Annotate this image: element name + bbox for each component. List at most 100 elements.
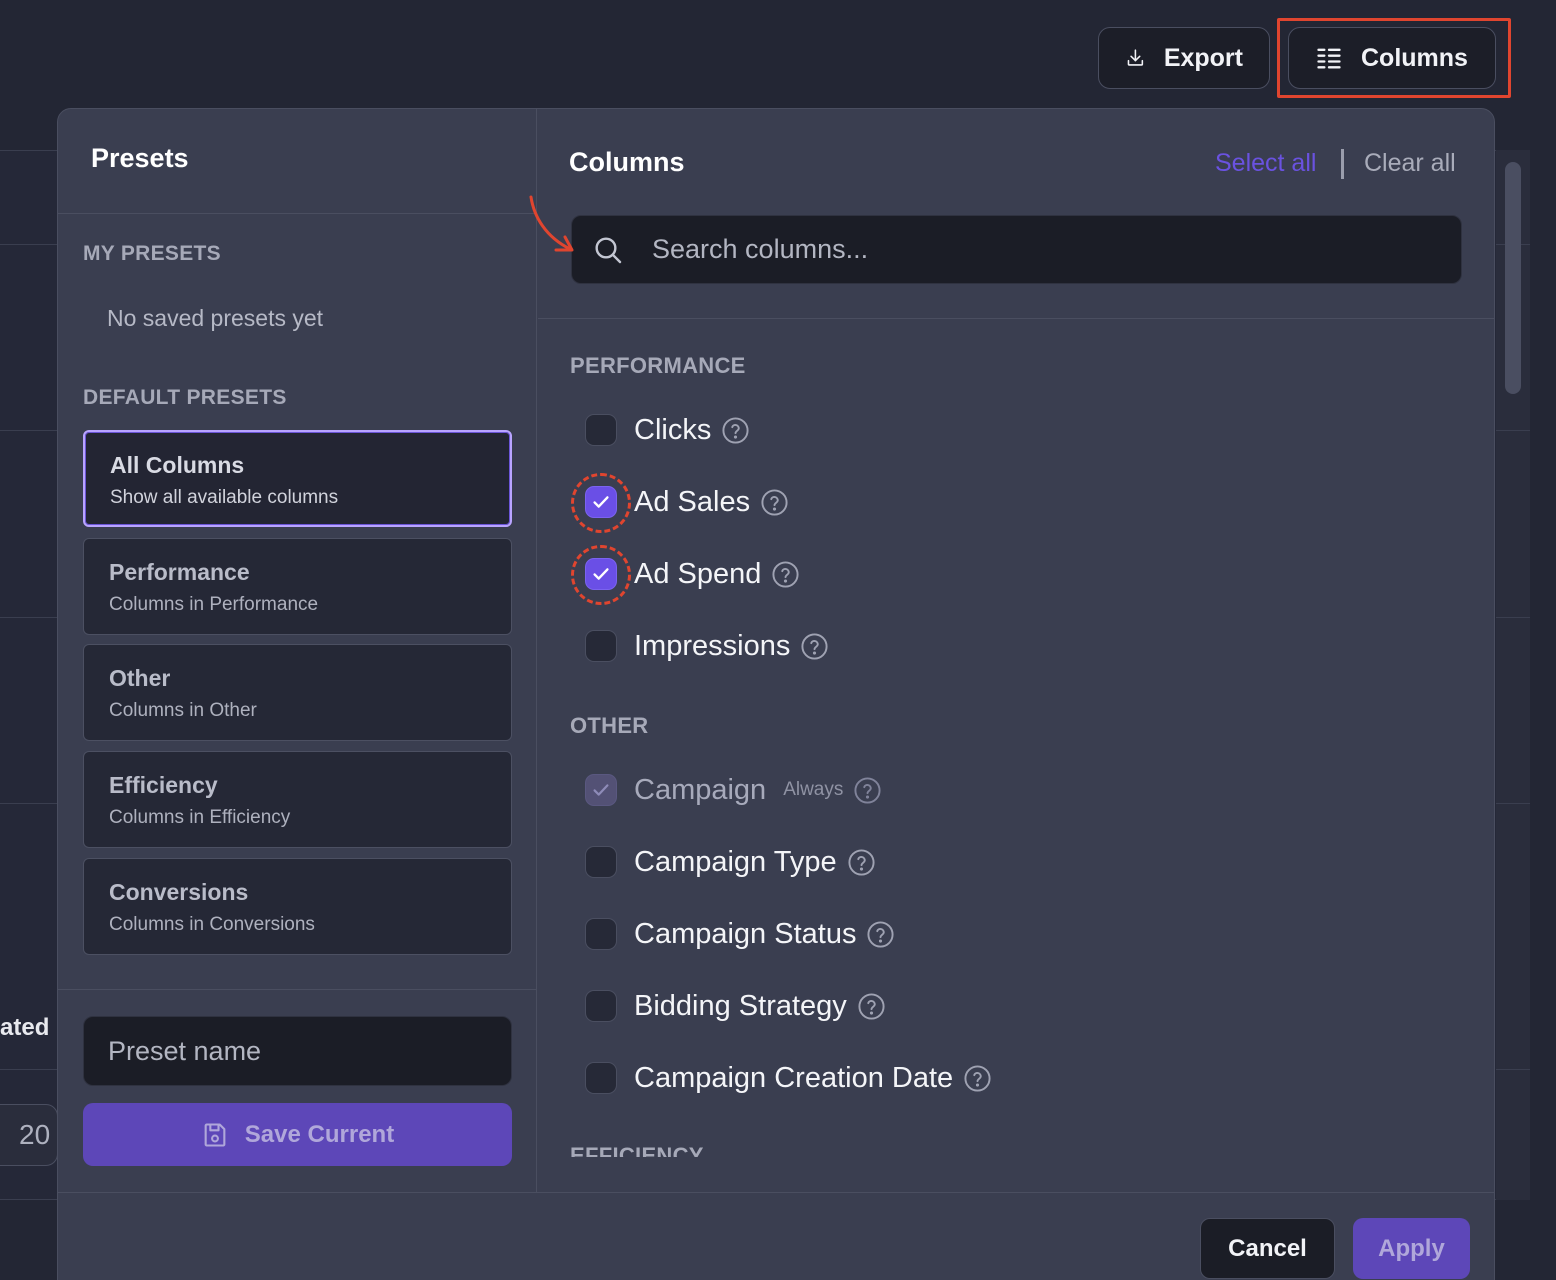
preset-all-columns[interactable]: All Columns Show all available columns bbox=[83, 430, 512, 527]
help-icon[interactable] bbox=[800, 632, 829, 661]
column-label: Clicks bbox=[634, 413, 712, 446]
group-label-other: OTHER bbox=[570, 713, 649, 738]
background-scrollbar[interactable] bbox=[1505, 162, 1521, 394]
preset-description: Columns in Efficiency bbox=[109, 807, 291, 828]
checkbox[interactable] bbox=[585, 486, 617, 518]
search-icon bbox=[595, 237, 622, 264]
column-label: Campaign Creation Date bbox=[634, 1061, 954, 1094]
checkbox[interactable] bbox=[585, 846, 617, 878]
checkbox[interactable] bbox=[585, 630, 617, 662]
checkbox[interactable] bbox=[585, 414, 617, 446]
preset-name: Conversions bbox=[109, 879, 249, 905]
preset-name-input[interactable] bbox=[83, 1016, 512, 1086]
group-label-efficiency: EFFICIENCY bbox=[570, 1143, 704, 1157]
columns-title: Columns bbox=[569, 147, 685, 177]
column-label: Ad Sales bbox=[634, 485, 751, 518]
cancel-button[interactable]: Cancel bbox=[1200, 1218, 1335, 1279]
column-option-clicks[interactable]: Clicks bbox=[585, 410, 750, 450]
help-icon[interactable] bbox=[721, 416, 750, 445]
save-current-button[interactable]: Save Current bbox=[83, 1103, 512, 1166]
columns-button[interactable]: Columns bbox=[1288, 27, 1496, 89]
column-label: Impressions bbox=[634, 629, 791, 662]
preset-name: Efficiency bbox=[109, 772, 218, 798]
background-row-divider bbox=[1496, 1069, 1530, 1070]
preset-other[interactable]: Other Columns in Other bbox=[83, 644, 512, 741]
columns-label: Columns bbox=[1361, 43, 1468, 72]
columns-pane: Columns Select all Clear all PERFORMANCE… bbox=[538, 109, 1494, 1192]
background-row-divider bbox=[0, 803, 57, 804]
check-icon bbox=[593, 784, 609, 796]
export-button[interactable]: Export bbox=[1098, 27, 1270, 89]
column-option-campaign-type[interactable]: Campaign Type bbox=[585, 842, 876, 882]
presets-pane: Presets MY PRESETS No saved presets yet … bbox=[58, 109, 537, 1192]
no-presets-text: No saved presets yet bbox=[107, 305, 324, 331]
column-label: Campaign Type bbox=[634, 845, 837, 878]
background-row-divider bbox=[0, 244, 57, 245]
preset-description: Columns in Other bbox=[109, 700, 257, 721]
my-presets-label: MY PRESETS bbox=[83, 242, 221, 265]
background-row-divider bbox=[1496, 617, 1530, 618]
background-column-header: ated bbox=[0, 1014, 50, 1041]
column-label: Bidding Strategy bbox=[634, 989, 847, 1022]
help-icon[interactable] bbox=[857, 992, 886, 1021]
background-row-divider bbox=[0, 617, 57, 618]
help-icon[interactable] bbox=[963, 1064, 992, 1093]
preset-efficiency[interactable]: Efficiency Columns in Efficiency bbox=[83, 751, 512, 848]
help-icon[interactable] bbox=[853, 776, 882, 805]
column-option-bidding-strategy[interactable]: Bidding Strategy bbox=[585, 986, 886, 1026]
group-label-performance: PERFORMANCE bbox=[570, 353, 746, 378]
column-option-ad-spend[interactable]: Ad Spend bbox=[585, 554, 800, 594]
divider bbox=[58, 989, 537, 990]
columns-icon bbox=[1317, 48, 1341, 69]
checkbox-disabled bbox=[585, 774, 617, 806]
checkbox[interactable] bbox=[585, 990, 617, 1022]
page: ated 20 Export Columns Presets MY PRESET… bbox=[0, 0, 1556, 1280]
preset-conversions[interactable]: Conversions Columns in Conversions bbox=[83, 858, 512, 955]
preset-name: Performance bbox=[109, 559, 250, 585]
help-icon[interactable] bbox=[847, 848, 876, 877]
column-option-campaign: Campaign Always bbox=[585, 770, 882, 810]
help-icon[interactable] bbox=[866, 920, 895, 949]
preset-description: Columns in Performance bbox=[109, 594, 319, 615]
column-option-impressions[interactable]: Impressions bbox=[585, 626, 829, 666]
background-row-divider bbox=[1496, 803, 1530, 804]
download-icon bbox=[1127, 49, 1144, 66]
column-picker-modal: Presets MY PRESETS No saved presets yet … bbox=[57, 108, 1495, 1280]
modal-footer: Cancel Apply bbox=[58, 1192, 1494, 1280]
select-all-link[interactable]: Select all bbox=[1215, 149, 1316, 178]
checkbox[interactable] bbox=[585, 558, 617, 590]
help-icon[interactable] bbox=[760, 488, 789, 517]
divider bbox=[58, 213, 537, 214]
check-icon bbox=[593, 496, 609, 508]
help-icon[interactable] bbox=[771, 560, 800, 589]
preset-description: Columns in Conversions bbox=[109, 914, 315, 935]
page-size-select[interactable]: 20 bbox=[0, 1104, 58, 1166]
column-label: Campaign Status bbox=[634, 917, 857, 950]
preset-name: Other bbox=[109, 665, 171, 691]
checkbox[interactable] bbox=[585, 1062, 617, 1094]
column-option-campaign-creation-date[interactable]: Campaign Creation Date bbox=[585, 1058, 992, 1098]
default-presets-label: DEFAULT PRESETS bbox=[83, 386, 287, 409]
preset-description: Show all available columns bbox=[110, 487, 339, 508]
background-row-divider bbox=[1496, 430, 1530, 431]
column-label: Ad Spend bbox=[634, 557, 762, 590]
checkbox[interactable] bbox=[585, 918, 617, 950]
save-current-label: Save Current bbox=[244, 1120, 395, 1148]
divider bbox=[538, 318, 1494, 319]
check-icon bbox=[593, 568, 609, 580]
clear-all-link[interactable]: Clear all bbox=[1364, 149, 1456, 178]
search-input[interactable] bbox=[652, 216, 1442, 283]
presets-title: Presets bbox=[91, 143, 189, 173]
link-divider bbox=[1341, 149, 1344, 179]
background-row-divider bbox=[0, 1069, 57, 1070]
column-option-campaign-status[interactable]: Campaign Status bbox=[585, 914, 895, 954]
page-size-value: 20 bbox=[19, 1119, 51, 1150]
export-label: Export bbox=[1163, 43, 1243, 72]
apply-button[interactable]: Apply bbox=[1353, 1218, 1470, 1279]
column-label: Campaign bbox=[634, 773, 767, 806]
preset-performance[interactable]: Performance Columns in Performance bbox=[83, 538, 512, 635]
save-icon bbox=[204, 1122, 226, 1147]
column-option-ad-sales[interactable]: Ad Sales bbox=[585, 482, 789, 522]
always-tag: Always bbox=[783, 779, 844, 800]
search-box bbox=[571, 215, 1462, 284]
